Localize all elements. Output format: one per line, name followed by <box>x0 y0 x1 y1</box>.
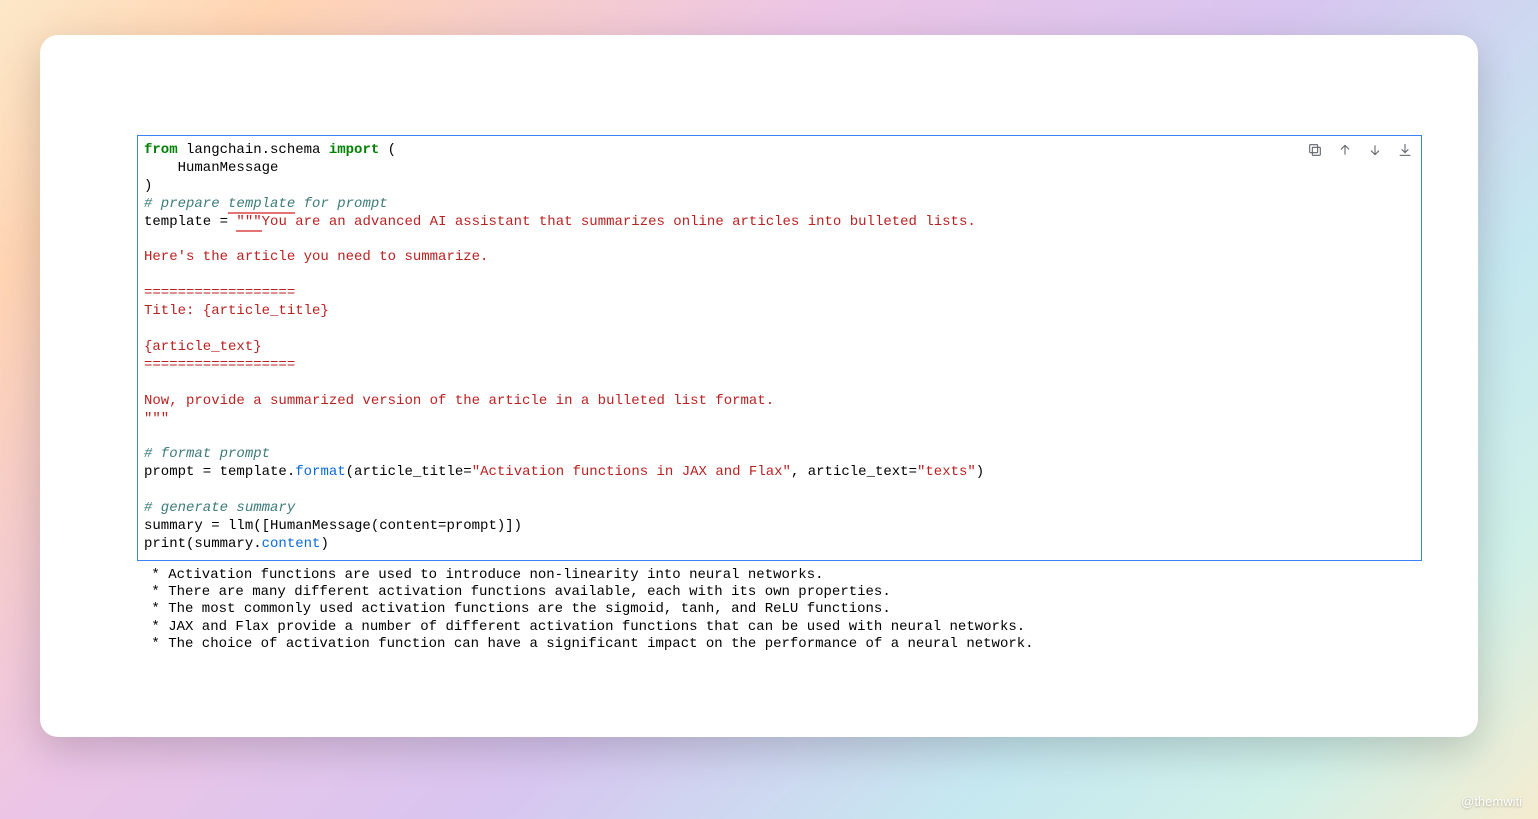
output-line: * Activation functions are used to intro… <box>143 567 824 583</box>
credit-label: @themwiti <box>1461 794 1522 809</box>
code-cell[interactable]: from langchain.schema import ( HumanMess… <box>137 135 1422 561</box>
output-line: * The most commonly used activation func… <box>143 601 891 617</box>
comment: # format prompt <box>144 446 270 462</box>
cell-output: * Activation functions are used to intro… <box>137 561 1422 653</box>
keyword-import: import <box>329 142 379 158</box>
download-icon[interactable] <box>1397 142 1413 158</box>
code-content[interactable]: from langchain.schema import ( HumanMess… <box>144 142 1415 554</box>
keyword-from: from <box>144 142 178 158</box>
output-line: * There are many different activation fu… <box>143 584 891 600</box>
arrow-down-icon[interactable] <box>1367 142 1383 158</box>
output-line: * The choice of activation function can … <box>143 636 1034 652</box>
comment: # prepare template for prompt <box>144 196 388 214</box>
arrow-up-icon[interactable] <box>1337 142 1353 158</box>
output-line: * JAX and Flax provide a number of diffe… <box>143 619 1025 635</box>
copy-icon[interactable] <box>1307 142 1323 158</box>
cell-wrapper: from langchain.schema import ( HumanMess… <box>137 135 1422 653</box>
comment: # generate summary <box>144 500 295 516</box>
notebook-card: from langchain.schema import ( HumanMess… <box>40 35 1478 737</box>
cell-toolbar <box>1307 142 1413 158</box>
